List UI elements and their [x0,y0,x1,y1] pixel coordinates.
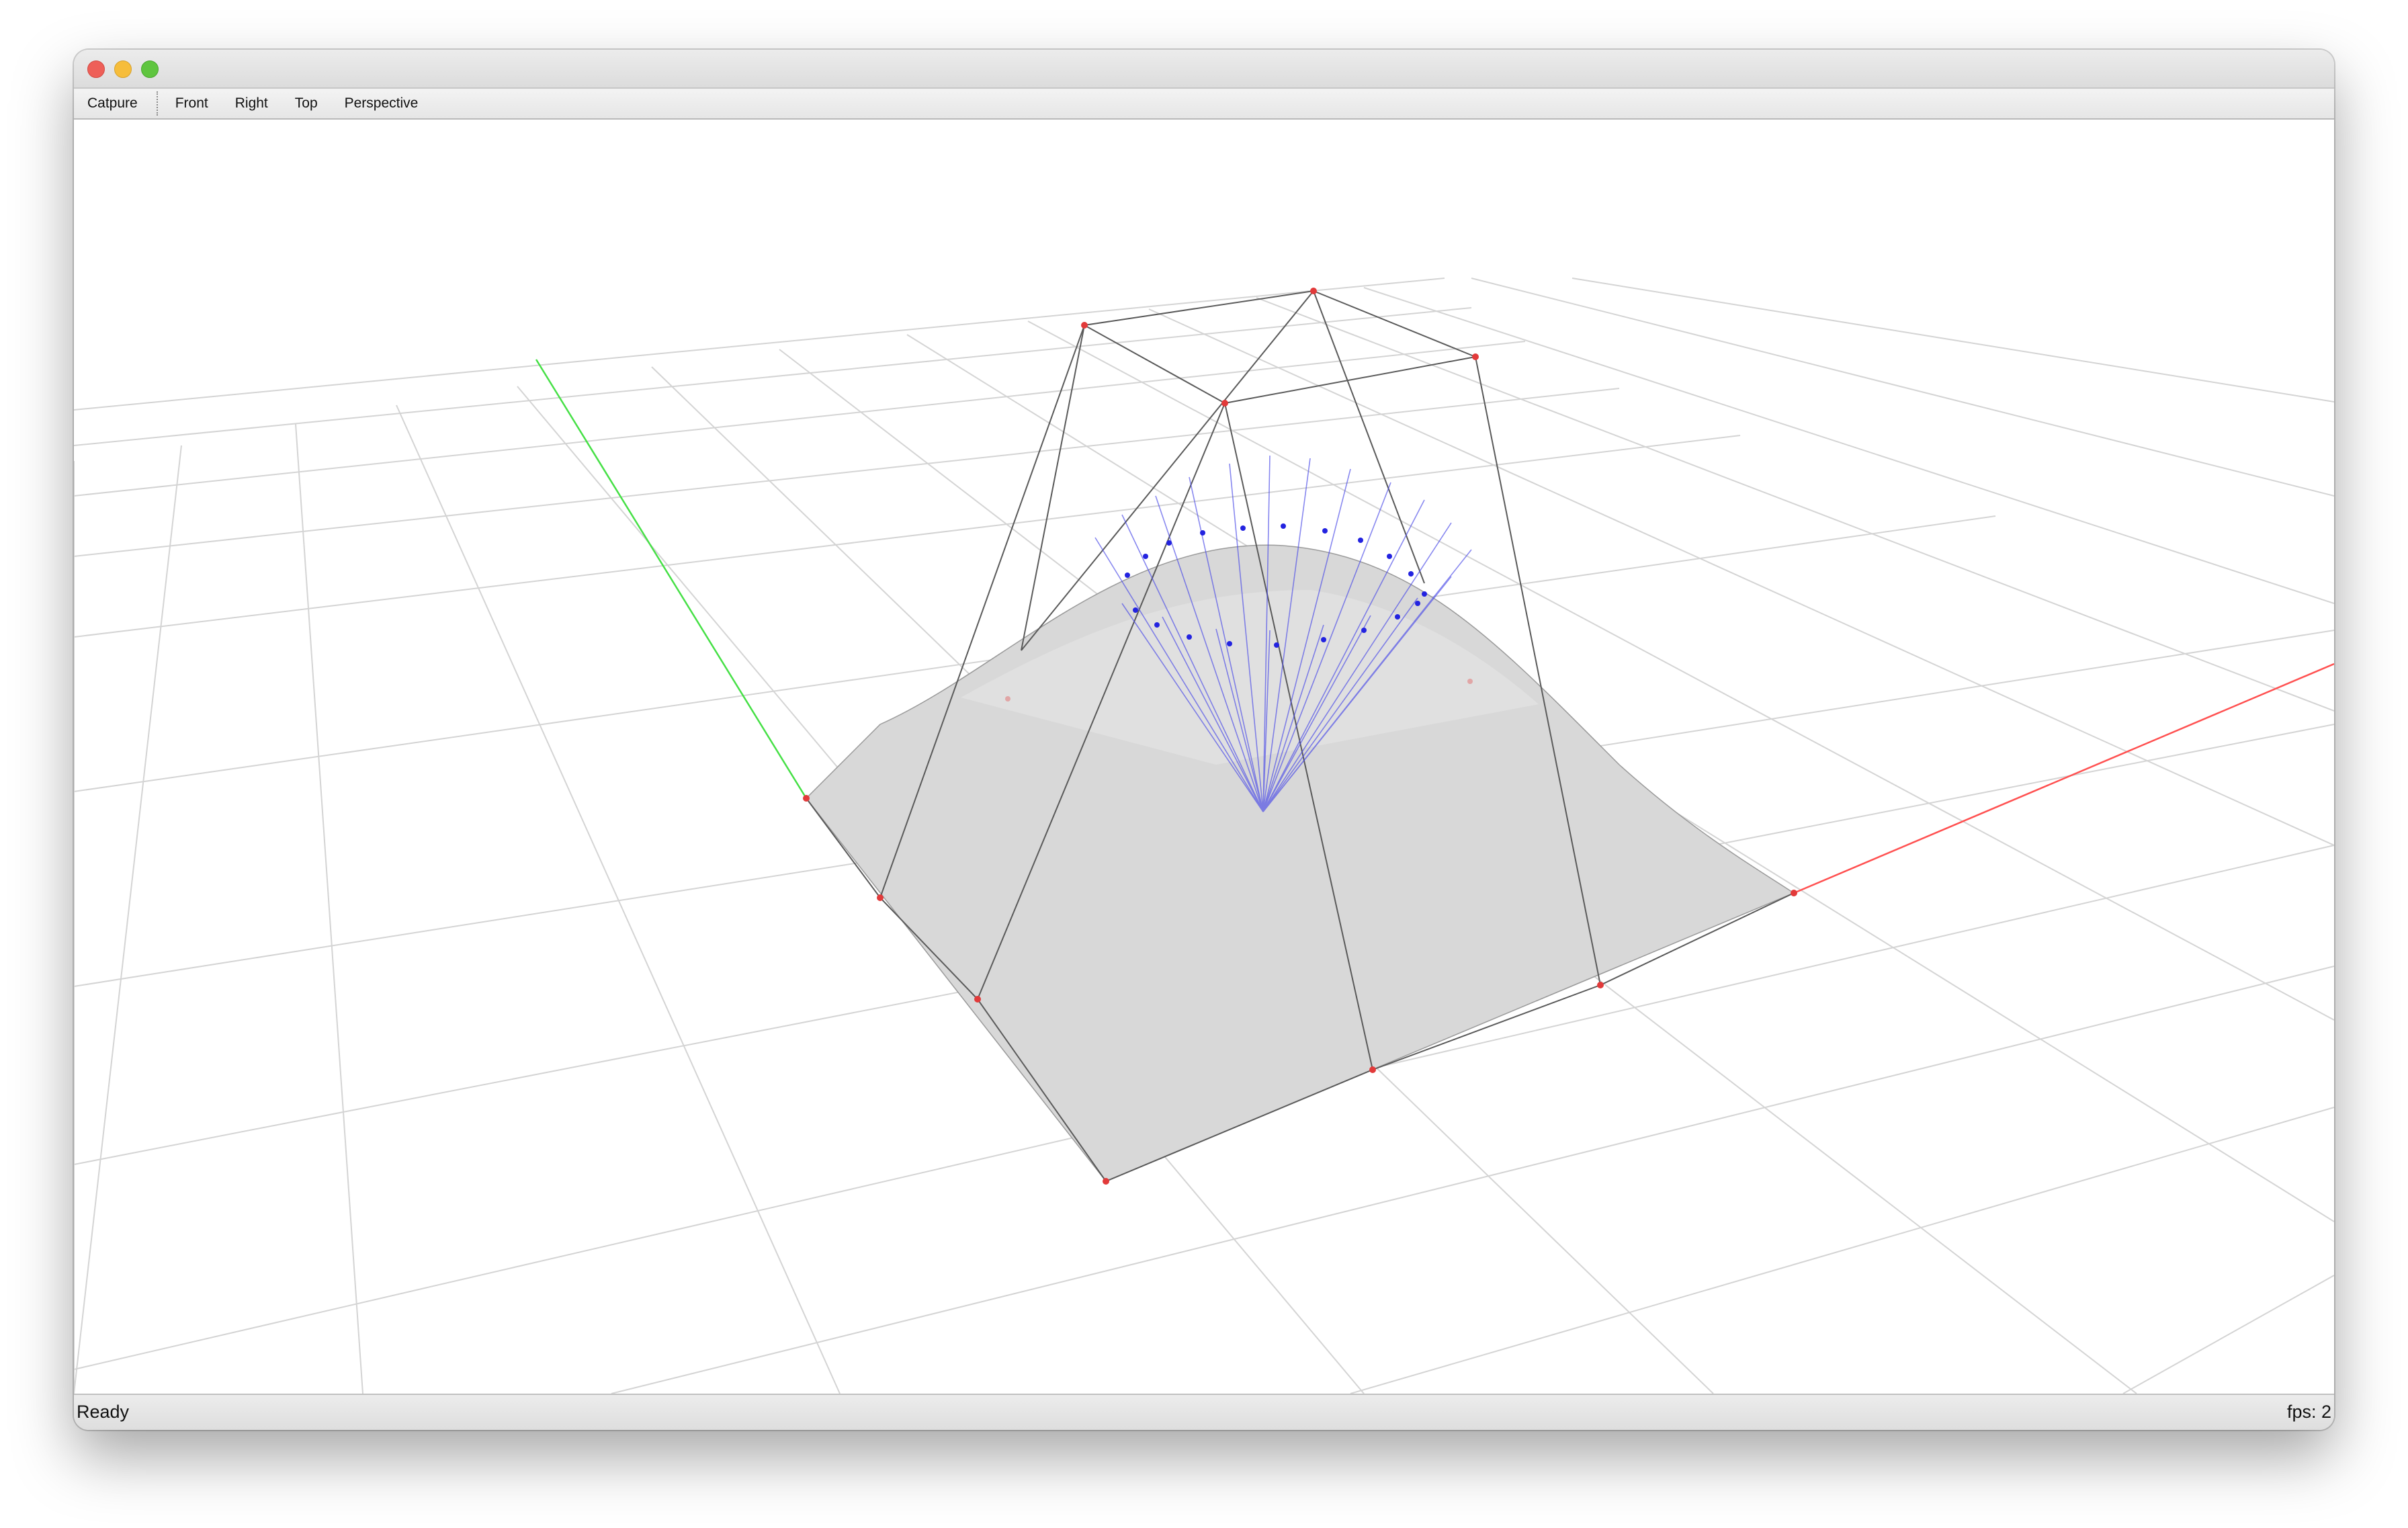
maximize-window-button[interactable] [141,60,159,78]
control-point [1369,1066,1376,1073]
toolbar-separator [156,91,158,116]
scene-canvas[interactable] [74,120,2334,1394]
3d-viewport[interactable] [74,120,2334,1394]
control-point [1005,696,1010,702]
capture-button[interactable]: Catpure [74,89,151,118]
top-view-button[interactable]: Top [282,89,331,118]
control-point [974,996,981,1003]
control-point [1597,982,1604,988]
view-toolbar: Catpure Front Right Top Perspective [74,89,2334,120]
control-point [877,894,884,901]
control-point [1221,400,1228,407]
y-axis-line [535,359,808,799]
control-point [1467,679,1473,684]
close-window-button[interactable] [87,60,105,78]
control-point [1472,353,1479,360]
minimize-window-button[interactable] [114,60,132,78]
app-window: Catpure Front Right Top Perspective Read… [74,50,2334,1430]
control-point [803,795,810,802]
status-bar: Ready fps: 2 [74,1394,2334,1430]
title-bar [74,50,2334,89]
x-axis-line [1793,663,2334,894]
perspective-view-button[interactable]: Perspective [331,89,432,118]
front-view-button[interactable]: Front [162,89,222,118]
status-text: Ready [77,1402,130,1422]
control-point [1081,322,1088,329]
right-view-button[interactable]: Right [222,89,282,118]
control-point [1791,890,1797,896]
fps-readout: fps: 2 [2286,1402,2331,1422]
control-point [1310,288,1317,294]
control-point [1103,1178,1109,1185]
